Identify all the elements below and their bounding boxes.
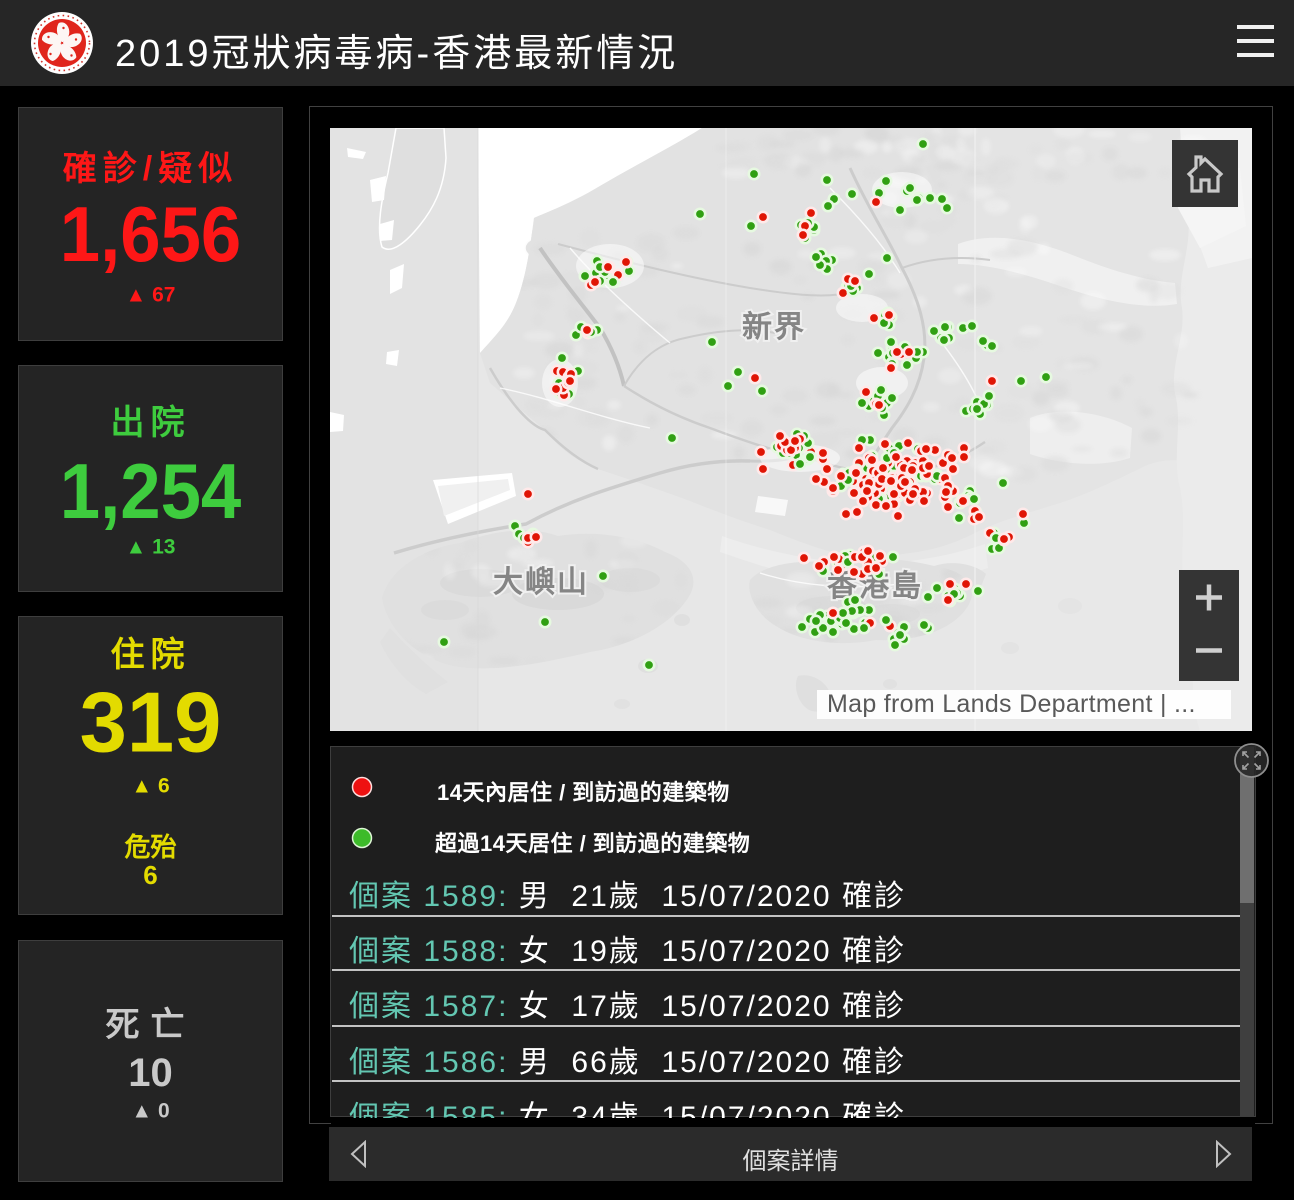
svg-text:新界: 新界 (742, 311, 806, 344)
svg-text:Map from Lands Department | ..: Map from Lands Department | ... (827, 690, 1196, 718)
svg-text:大嶼山: 大嶼山 (493, 566, 589, 599)
